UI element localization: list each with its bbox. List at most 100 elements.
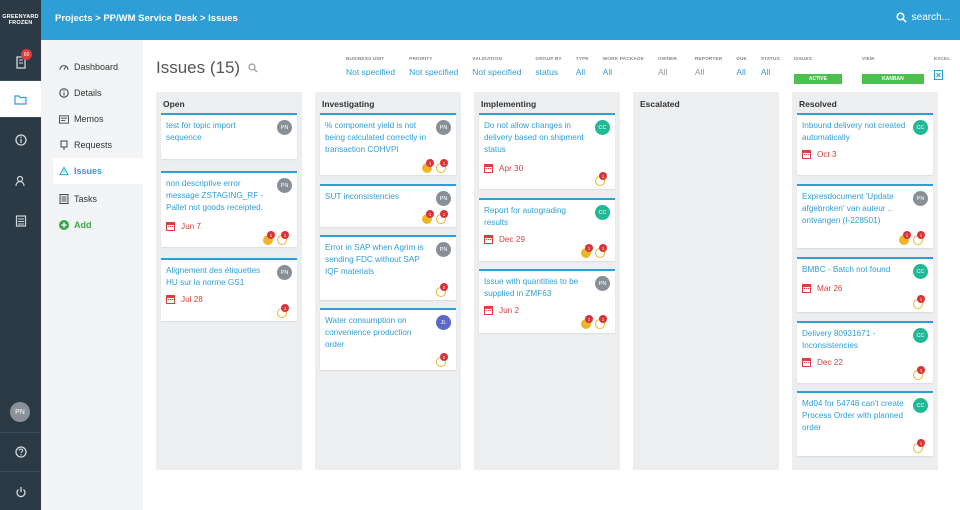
update-icon[interactable]: 1 [277, 304, 289, 318]
nav-requests[interactable]: Requests [53, 132, 143, 158]
issue-title[interactable]: BMBC - Batch not found [802, 264, 908, 276]
filter-work-package[interactable]: WORK PACKAGE All [603, 57, 644, 85]
issue-card[interactable]: non descriptive error message ZSTAGING_R… [161, 171, 297, 247]
issue-card[interactable]: Do not allow changes in delivery based o… [479, 113, 615, 189]
update-icon[interactable]: 1 [436, 159, 448, 173]
issue-card[interactable]: Md04 for 54748 can't create Process Orde… [797, 391, 933, 456]
update-icon[interactable]: 2 [436, 353, 448, 367]
issue-title[interactable]: Alignement des étiquettes HU sur la norm… [166, 265, 272, 289]
nav-details[interactable]: Details [53, 80, 143, 106]
update-icon[interactable]: 1 [277, 231, 289, 245]
filter-excel[interactable]: EXCEL [933, 57, 951, 85]
issue-title[interactable]: Issue with quantities to be supplied in … [484, 276, 590, 300]
filter-issues[interactable]: ISSUES ACTIVE [793, 57, 842, 85]
filter-value[interactable]: All [576, 67, 589, 77]
issue-card[interactable]: test for topic import sequence PN [161, 113, 297, 159]
update-icon[interactable]: 1 [913, 366, 925, 380]
update-icon[interactable]: 2 [436, 283, 448, 297]
search-icon[interactable] [248, 63, 258, 73]
issue-title[interactable]: Md04 for 54748 can't create Process Orde… [802, 398, 908, 434]
issue-card[interactable]: BMBC - Batch not found CC Mar 26 1 [797, 257, 933, 312]
issue-card[interactable]: Expresdocument 'Update afgebroken' van a… [797, 184, 933, 248]
issue-title[interactable]: Report for autograding results [484, 205, 590, 229]
filter-owner[interactable]: OWNER All [658, 57, 677, 85]
update-icon[interactable]: 1 [913, 295, 925, 309]
rail-projects[interactable] [0, 81, 41, 117]
nav-memos[interactable]: Memos [53, 106, 143, 132]
issue-title[interactable]: Expresdocument 'Update afgebroken' van a… [802, 191, 908, 227]
filter-view[interactable]: VIEW KANBAN [861, 57, 924, 85]
comment-icon[interactable]: 1 [422, 210, 434, 224]
filter-status[interactable]: STATUS All [761, 57, 780, 85]
filter-due[interactable]: DUE All [736, 57, 746, 85]
issue-card[interactable]: Alignement des étiquettes HU sur la norm… [161, 258, 297, 321]
filter-value[interactable]: All [761, 67, 780, 77]
rail-logout[interactable] [0, 474, 41, 510]
update-icon[interactable]: 1 [595, 244, 607, 258]
nav-tasks[interactable]: Tasks [53, 186, 143, 212]
due-date-text: Jul 28 [181, 295, 203, 304]
breadcrumb-projects[interactable]: Projects [55, 13, 93, 24]
filter-value[interactable]: All [736, 67, 746, 77]
nav-add[interactable]: Add [53, 212, 143, 238]
comment-icon[interactable]: 1 [581, 315, 593, 329]
filter-value[interactable]: All [695, 67, 722, 77]
issue-card[interactable]: SUT inconsistencies PN 1 1 [320, 184, 456, 227]
nav-issues[interactable]: Issues [53, 158, 143, 184]
issue-card[interactable]: Water consumption on convenience product… [320, 308, 456, 370]
rail-help[interactable] [0, 434, 41, 470]
rail-reports[interactable] [0, 203, 41, 239]
search-box[interactable]: search... [896, 12, 950, 23]
count-badge: 2 [440, 283, 448, 291]
issue-card[interactable]: Delivery 80931671 - Inconsistencies CC D… [797, 321, 933, 383]
excel-export-icon[interactable] [933, 70, 943, 80]
rail-notifications[interactable]: 60 [0, 44, 41, 80]
comment-icon[interactable]: 1 [263, 231, 275, 245]
issues-active-pill[interactable]: ACTIVE [793, 74, 842, 84]
filter-business-unit[interactable]: BUSINESS UNIT Not specified [346, 57, 395, 85]
issue-card[interactable]: % component yield is not being calculate… [320, 113, 456, 175]
filter-value[interactable]: All [658, 67, 677, 77]
issue-title[interactable]: Do not allow changes in delivery based o… [484, 120, 590, 156]
filter-validation[interactable]: VALIDATION Not specified [472, 57, 521, 85]
breadcrumb-project[interactable]: PP/WM Service Desk [103, 13, 197, 24]
update-icon[interactable]: 1 [436, 210, 448, 224]
filter-value[interactable]: Not specified [409, 67, 458, 77]
breadcrumb-issues[interactable]: Issues [208, 13, 238, 24]
update-icon[interactable]: 1 [913, 231, 925, 245]
user-avatar[interactable]: PN [10, 402, 30, 422]
rail-info[interactable] [0, 122, 41, 158]
filter-value[interactable]: Not specified [346, 67, 395, 77]
view-kanban-pill[interactable]: KANBAN [861, 74, 924, 84]
comment-icon[interactable]: 1 [581, 244, 593, 258]
issue-title[interactable]: % component yield is not being calculate… [325, 120, 431, 156]
brand-logo[interactable]: GREENYARD FROZEN [0, 0, 41, 40]
issue-card[interactable]: Report for autograding results CC Dec 29… [479, 198, 615, 261]
issue-title[interactable]: Water consumption on convenience product… [325, 315, 431, 351]
issue-card[interactable]: Error in SAP when Agrim is sending FDC w… [320, 235, 456, 300]
issue-card[interactable]: Issue with quantities to be supplied in … [479, 269, 615, 333]
filter-reporter[interactable]: REPORTER All [695, 57, 722, 85]
update-icon[interactable]: 1 [595, 172, 607, 186]
rail-users[interactable] [0, 163, 41, 199]
issue-title[interactable]: Error in SAP when Agrim is sending FDC w… [325, 242, 431, 278]
filter-type[interactable]: TYPE All [576, 57, 589, 85]
filter-value[interactable]: Not specified [472, 67, 521, 77]
issue-card[interactable]: Inbound delivery not created automatical… [797, 113, 933, 175]
filter-group-by[interactable]: GROUP BY status [535, 57, 561, 85]
issue-title[interactable]: Inbound delivery not created automatical… [802, 120, 908, 144]
filter-bar: BUSINESS UNIT Not specified PRIORITY Not… [346, 57, 950, 85]
issue-title[interactable]: test for topic import sequence [166, 120, 272, 144]
issue-title[interactable]: SUT inconsistencies [325, 191, 431, 203]
filter-value[interactable]: All [603, 67, 644, 77]
issue-title[interactable]: Delivery 80931671 - Inconsistencies [802, 328, 908, 352]
count-badge: 1 [903, 231, 911, 239]
nav-dashboard[interactable]: Dashboard [53, 54, 143, 80]
update-icon[interactable]: 1 [595, 315, 607, 329]
comment-icon[interactable]: 1 [899, 231, 911, 245]
filter-value[interactable]: status [535, 67, 561, 77]
filter-priority[interactable]: PRIORITY Not specified [409, 57, 458, 85]
comment-icon[interactable]: 1 [422, 159, 434, 173]
issue-title[interactable]: non descriptive error message ZSTAGING_R… [166, 178, 272, 214]
update-icon[interactable]: 1 [913, 439, 925, 453]
